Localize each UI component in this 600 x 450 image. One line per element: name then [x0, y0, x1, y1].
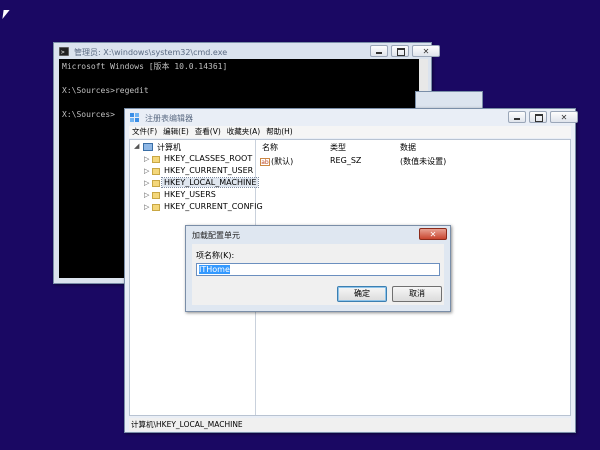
cmd-title: 管理员: X:\windows\system32\cmd.exe [74, 48, 228, 57]
value-row[interactable]: ab (默认) [260, 156, 293, 167]
menu-bar: 文件(F) 编辑(E) 查看(V) 收藏夹(A) 帮助(H) [129, 126, 571, 138]
regedit-title: 注册表编辑器 [145, 114, 193, 123]
dialog-title: 加载配置单元 [192, 231, 240, 240]
chevron-right-icon[interactable]: ▷ [144, 155, 149, 163]
cmd-close-button[interactable] [412, 45, 440, 57]
cmd-minimize-button[interactable] [370, 45, 388, 57]
key-name-label: 项名称(K): [196, 251, 235, 260]
tree-item-hku[interactable]: HKEY_USERS [164, 190, 216, 199]
chevron-right-icon[interactable]: ▷ [144, 167, 149, 175]
regedit-titlebar[interactable]: 注册表编辑器 [125, 109, 578, 127]
console-line: Microsoft Windows [版本 10.0.14361] [62, 62, 228, 71]
menu-view[interactable]: 查看(V) [192, 126, 224, 138]
folder-icon [152, 204, 160, 211]
column-header-data[interactable]: 数据 [400, 142, 416, 153]
chevron-right-icon[interactable]: ▷ [144, 191, 149, 199]
cancel-button[interactable]: 取消 [392, 286, 442, 302]
tree-item-hkcr[interactable]: HKEY_CLASSES_ROOT [164, 154, 252, 163]
console-line: X:\Sources>regedit [62, 86, 149, 95]
column-header-type[interactable]: 类型 [330, 142, 346, 153]
regedit-maximize-button[interactable] [529, 111, 547, 123]
chevron-down-icon[interactable]: ◢ [134, 142, 139, 150]
tree-item-hkcu[interactable]: HKEY_CURRENT_USER [164, 166, 253, 175]
value-name: (默认) [271, 157, 294, 166]
menu-file[interactable]: 文件(F) [129, 126, 160, 138]
tree-item-computer[interactable]: 计算机 [157, 142, 181, 153]
column-header-name[interactable]: 名称 [262, 142, 278, 153]
status-bar: 计算机\HKEY_LOCAL_MACHINE [129, 418, 571, 431]
menu-favorites[interactable]: 收藏夹(A) [224, 126, 263, 138]
dialog-close-button[interactable] [419, 228, 447, 240]
tree-item-hkcc[interactable]: HKEY_CURRENT_CONFIG [164, 202, 263, 211]
tree-item-hklm[interactable]: HKEY_LOCAL_MACHINE [160, 177, 260, 188]
folder-icon [152, 180, 160, 187]
console-icon: > [59, 47, 69, 56]
key-name-value: ITHome [199, 265, 230, 274]
folder-icon [152, 192, 160, 199]
regedit-minimize-button[interactable] [508, 111, 526, 123]
chevron-right-icon[interactable]: ▷ [144, 203, 149, 211]
menu-edit[interactable]: 编辑(E) [160, 126, 192, 138]
value-data: (数值未设置) [400, 157, 447, 166]
load-hive-dialog[interactable]: 加载配置单元 项名称(K): ITHome 确定 取消 [185, 225, 451, 312]
menu-help[interactable]: 帮助(H) [263, 126, 296, 138]
svg-text:>: > [61, 49, 65, 56]
key-name-input[interactable]: ITHome [196, 263, 440, 276]
registry-icon [130, 113, 139, 122]
dialog-body: 项名称(K): ITHome 确定 取消 [192, 244, 444, 305]
chevron-right-icon[interactable]: ▷ [144, 179, 149, 187]
computer-icon [143, 143, 153, 151]
value-type: REG_SZ [330, 156, 362, 165]
regedit-close-button[interactable] [550, 111, 578, 123]
dialog-titlebar[interactable]: 加载配置单元 [186, 226, 450, 244]
ok-button[interactable]: 确定 [337, 286, 387, 302]
folder-icon [152, 168, 160, 175]
cmd-maximize-button[interactable] [391, 45, 409, 57]
folder-icon [152, 156, 160, 163]
mouse-cursor-icon [2, 10, 10, 19]
string-value-icon: ab [260, 157, 270, 166]
